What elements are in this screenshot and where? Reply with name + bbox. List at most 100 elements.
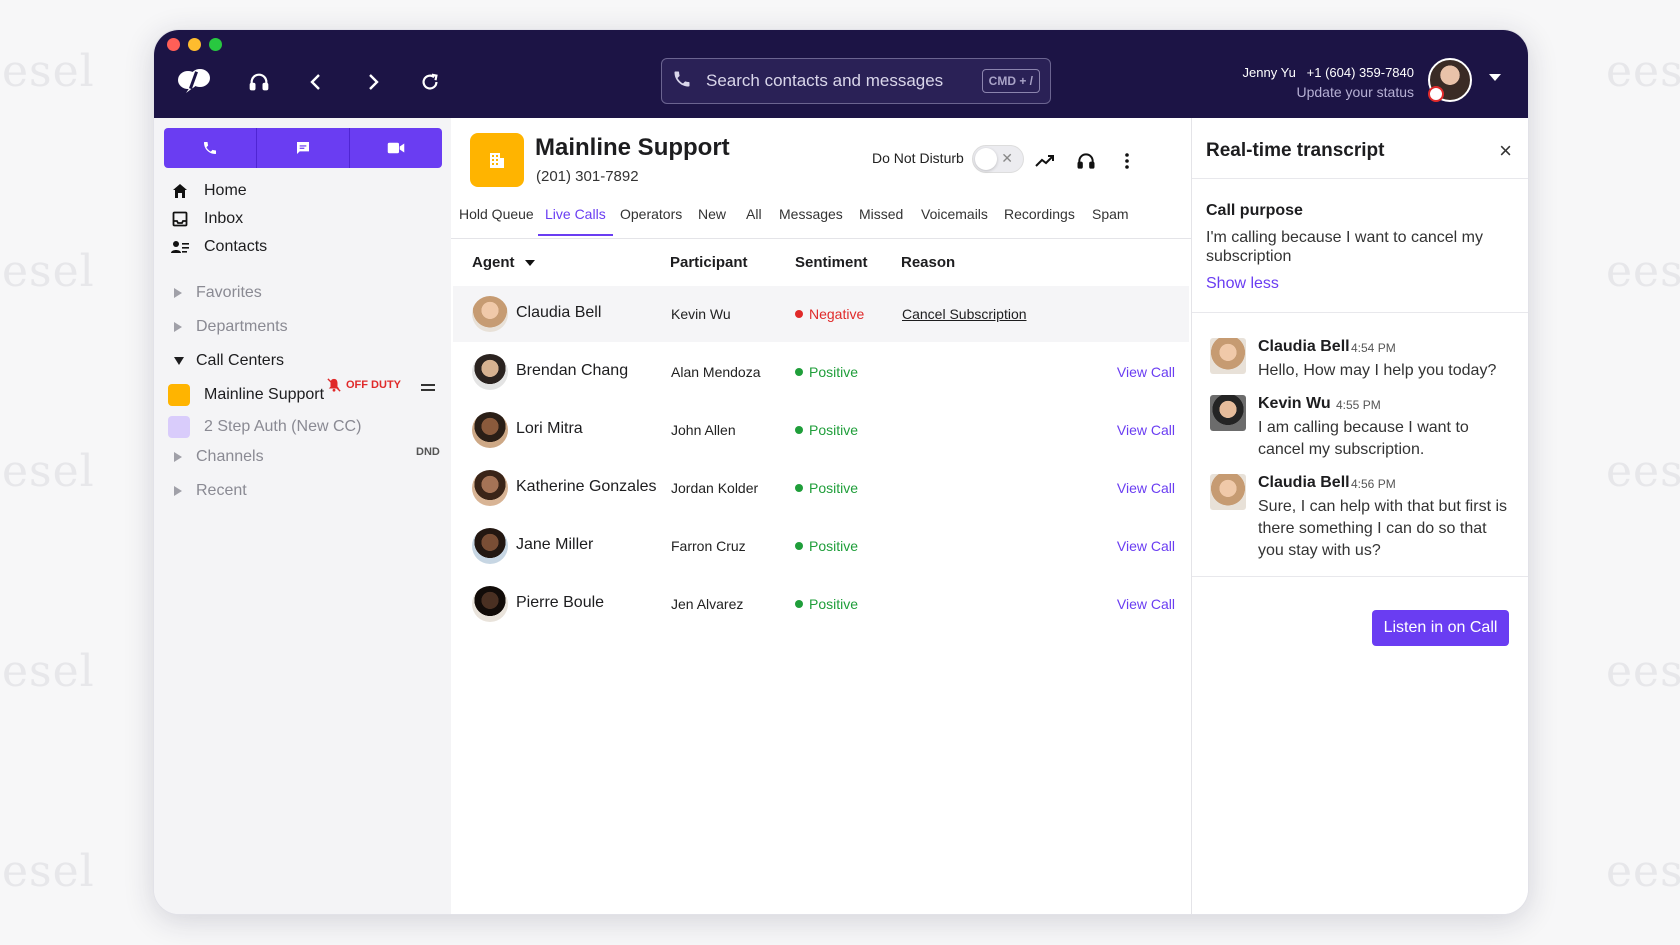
avatar (1210, 395, 1246, 431)
sidebar-item-inbox[interactable]: Inbox (170, 210, 243, 228)
phone-icon (672, 69, 692, 94)
avatar (472, 354, 508, 390)
video-button[interactable] (349, 128, 442, 168)
close-icon[interactable]: × (1499, 138, 1512, 164)
do-not-disturb-toggle[interactable]: ✕ (972, 145, 1024, 173)
tab-voicemails[interactable]: Voicemails (921, 206, 988, 234)
table-row[interactable]: Lori Mitra John Allen Positive View Call (453, 402, 1189, 458)
watermark: esel (2, 646, 95, 697)
avatar (472, 470, 508, 506)
tab-hold-queue[interactable]: Hold Queue (459, 206, 534, 234)
call-center-phone: (201) 301-7892 (536, 168, 639, 185)
sidebar-section-channels[interactable]: Channels (174, 448, 264, 466)
refresh-icon[interactable] (416, 68, 444, 96)
watermark: eese (1606, 646, 1680, 697)
tab-recordings[interactable]: Recordings (1004, 206, 1075, 234)
search-input[interactable]: Search contacts and messages (706, 71, 982, 91)
sidebar-section-recent[interactable]: Recent (174, 482, 247, 500)
column-header-agent[interactable]: Agent (472, 254, 535, 271)
avatar[interactable] (1428, 58, 1472, 102)
tab-all[interactable]: All (746, 206, 762, 234)
search-bar[interactable]: Search contacts and messages CMD + / (661, 58, 1051, 104)
view-call-link[interactable]: View Call (1117, 480, 1175, 496)
headset-icon[interactable] (245, 68, 273, 96)
view-call-link[interactable]: View Call (1117, 422, 1175, 438)
watermark: esel (2, 846, 95, 897)
sidebar-item-mainline-support[interactable]: Mainline Support (168, 384, 324, 406)
dnd-badge: DND (416, 446, 440, 458)
avatar (1210, 474, 1246, 510)
sidebar-item-label: Home (204, 182, 247, 199)
tab-operators[interactable]: Operators (620, 206, 682, 234)
participant-name: Alan Mendoza (671, 364, 761, 380)
sidebar-section-favorites[interactable]: Favorites (174, 284, 262, 302)
status-dot (795, 600, 803, 608)
top-bar: Search contacts and messages CMD + / Jen… (154, 30, 1528, 118)
status-dot (795, 484, 803, 492)
watermark: eese (1606, 46, 1680, 97)
maximize-window-dot[interactable] (209, 38, 222, 51)
inbox-icon (170, 211, 190, 227)
user-info[interactable]: Jenny Yu +1 (604) 359-7840 Update your s… (1243, 65, 1414, 100)
watermark: eese (1606, 446, 1680, 497)
off-duty-badge[interactable]: OFF DUTY (327, 378, 401, 392)
sidebar-item-home[interactable]: Home (170, 182, 247, 200)
table-row[interactable]: Pierre Boule Jen Alvarez Positive View C… (453, 576, 1189, 632)
home-icon (170, 183, 190, 199)
message-author: Claudia Bell (1258, 474, 1350, 491)
video-icon (387, 142, 405, 154)
trending-icon[interactable] (1032, 148, 1058, 174)
user-name-phone: Jenny Yu +1 (604) 359-7840 (1243, 65, 1414, 80)
tab-missed[interactable]: Missed (859, 206, 903, 234)
menu-icon[interactable] (421, 384, 435, 394)
caret-right-icon (174, 452, 182, 462)
reason-link[interactable]: Cancel Subscription (902, 306, 1027, 322)
message-text: Hello, How may I help you today? (1258, 362, 1497, 379)
building-icon (470, 133, 524, 187)
more-options-icon[interactable] (1114, 148, 1140, 174)
call-button[interactable] (164, 128, 256, 168)
tab-live-calls[interactable]: Live Calls (538, 206, 613, 236)
view-call-link[interactable]: View Call (1117, 364, 1175, 380)
show-less-link[interactable]: Show less (1206, 275, 1279, 293)
listen-in-on-call-button[interactable]: Listen in on Call (1372, 610, 1509, 646)
message-button[interactable] (256, 128, 349, 168)
sidebar-item-2-step-auth[interactable]: 2 Step Auth (New CC) (168, 416, 361, 438)
app-logo-icon[interactable] (174, 66, 214, 94)
sidebar-section-call-centers[interactable]: Call Centers (174, 352, 284, 370)
sidebar-section-departments[interactable]: Departments (174, 318, 288, 336)
table-row[interactable]: Claudia Bell Kevin Wu Negative Cancel Su… (453, 286, 1189, 342)
sidebar-item-contacts[interactable]: Contacts (170, 238, 267, 256)
agent-name: Brendan Chang (516, 362, 629, 379)
sentiment-badge: Positive (795, 596, 858, 612)
headset-icon[interactable] (1073, 148, 1099, 174)
sentiment-label: Negative (809, 306, 865, 322)
tab-messages[interactable]: Messages (779, 206, 843, 234)
minimize-window-dot[interactable] (188, 38, 201, 51)
table-row[interactable]: Katherine Gonzales Jordan Kolder Positiv… (453, 460, 1189, 516)
section-label: Departments (196, 318, 288, 335)
tab-new[interactable]: New (698, 206, 726, 234)
tab-spam[interactable]: Spam (1092, 206, 1129, 234)
watermark: eese (1606, 846, 1680, 897)
forward-icon[interactable] (359, 68, 387, 96)
chevron-down-icon[interactable] (1489, 74, 1501, 81)
table-row[interactable]: Jane Miller Farron Cruz Positive View Ca… (453, 518, 1189, 574)
user-status[interactable]: Update your status (1243, 84, 1414, 100)
back-icon[interactable] (302, 68, 330, 96)
page-title: Mainline Support (535, 134, 730, 161)
contacts-icon (170, 240, 190, 254)
sentiment-badge: Positive (795, 480, 858, 496)
close-window-dot[interactable] (167, 38, 180, 51)
table-row[interactable]: Brendan Chang Alan Mendoza Positive View… (453, 344, 1189, 400)
off-duty-label: OFF DUTY (346, 379, 401, 391)
view-call-link[interactable]: View Call (1117, 538, 1175, 554)
panel-title: Real-time transcript (1206, 140, 1385, 161)
sentiment-label: Positive (809, 364, 859, 380)
do-not-disturb-label: Do Not Disturb (872, 150, 964, 166)
view-call-link[interactable]: View Call (1117, 596, 1175, 612)
sidebar-item-label: Mainline Support (204, 386, 325, 403)
watermark: eese (1606, 246, 1680, 297)
caret-right-icon (174, 486, 182, 496)
section-label: Recent (196, 482, 247, 499)
